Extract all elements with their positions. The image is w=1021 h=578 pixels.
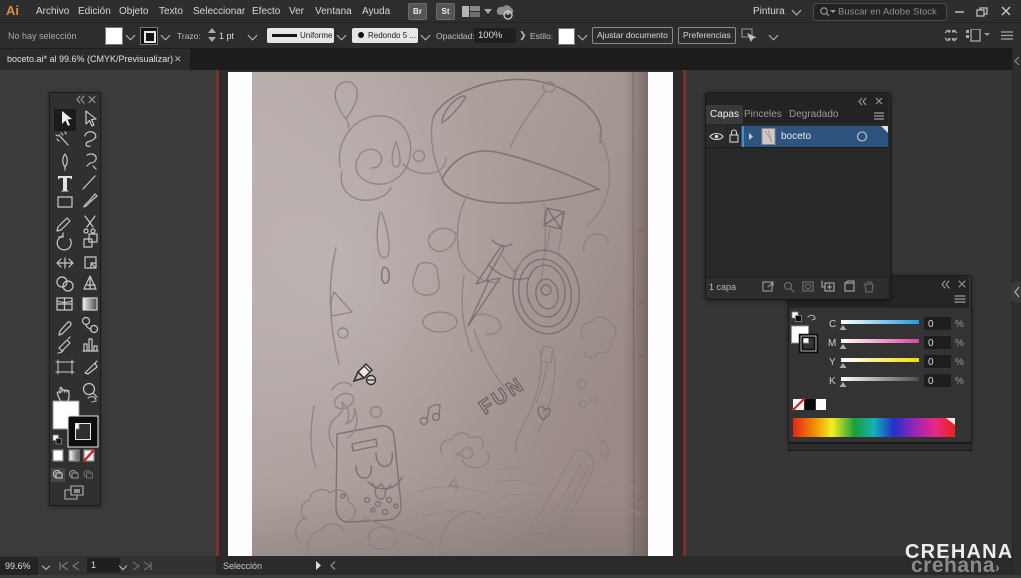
svg-text:0: 0 [928,376,934,387]
svg-text:0: 0 [928,357,934,368]
svg-text:M: M [828,338,836,349]
svg-text:K: K [829,376,836,387]
svg-text:0: 0 [928,338,934,349]
svg-text:%: % [955,376,964,387]
svg-text:%: % [955,357,964,368]
svg-text:Buscar en Adobe Stock: Buscar en Adobe Stock [838,7,937,18]
svg-text:Y: Y [829,357,836,368]
svg-text:0: 0 [928,319,934,330]
svg-text:C: C [829,319,836,330]
svg-text:%: % [955,338,964,349]
svg-text:%: % [955,319,964,330]
